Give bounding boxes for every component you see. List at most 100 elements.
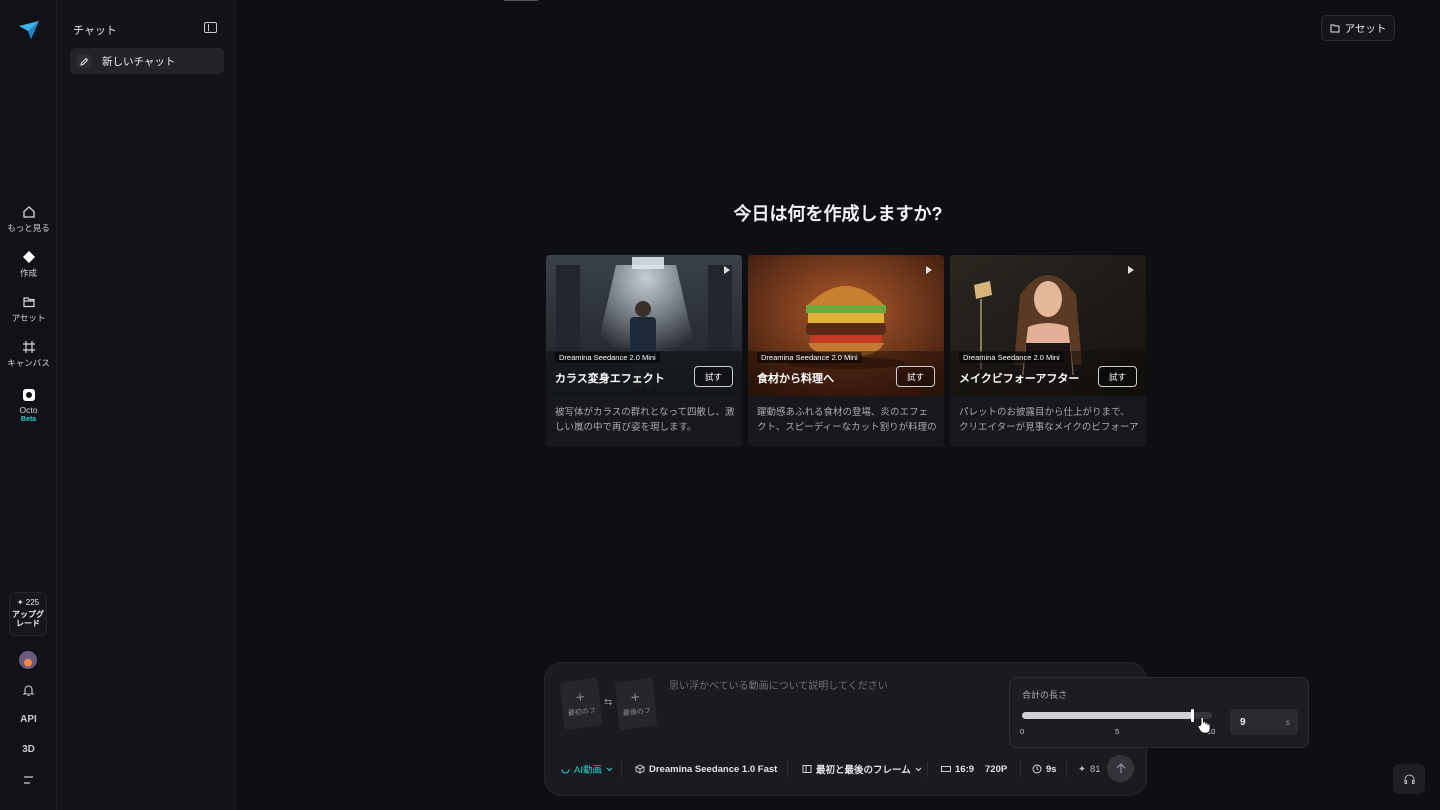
api-link[interactable]: API xyxy=(0,714,57,725)
rail-item-create[interactable]: 作成 xyxy=(0,250,57,279)
ratio-label: 16:9 xyxy=(955,763,975,775)
video-icon xyxy=(561,768,570,773)
asset-button-label: アセット xyxy=(1344,22,1387,35)
play-icon xyxy=(926,266,932,274)
cube-icon xyxy=(635,764,645,774)
canvas-icon xyxy=(22,341,35,353)
divider xyxy=(1066,761,1067,777)
left-rail: もっと見る 作成 アセット キャンバス Octo Beta ✦ 225 アップグ… xyxy=(0,0,57,810)
rail-item-label: Octo xyxy=(19,405,38,415)
bell-icon[interactable] xyxy=(22,684,35,697)
frames-icon xyxy=(802,765,812,773)
octo-icon xyxy=(22,389,35,401)
last-frame-label: 最後のフ xyxy=(622,707,652,718)
template-card[interactable]: Dreamina Seedance 2.0 Mini メイクビフォーアフター 試… xyxy=(950,255,1146,447)
home-icon xyxy=(22,206,35,218)
duration-slider-fill xyxy=(1022,712,1193,719)
card-title: 食材から料理へ xyxy=(757,373,834,385)
rail-item-canvas[interactable]: キャンバス xyxy=(0,340,57,369)
diamond-icon xyxy=(22,251,35,263)
upgrade-label: アップグレード xyxy=(12,610,44,628)
edit-icon xyxy=(77,54,91,68)
new-chat-label: 新しいチャット xyxy=(102,55,176,68)
ratio-icon xyxy=(941,766,951,772)
duration-input[interactable]: 9 s xyxy=(1230,709,1298,735)
rail-item-label: アセット xyxy=(11,313,46,323)
duration-slider-thumb[interactable] xyxy=(1191,709,1194,722)
chevron-down-icon xyxy=(606,767,613,771)
model-label: Dreamina Seedance 1.0 Fast xyxy=(649,763,778,775)
chevron-down-icon xyxy=(915,767,922,771)
new-chat-button[interactable]: 新しいチャット xyxy=(70,48,224,74)
duration-label: 9s xyxy=(1046,763,1057,775)
template-card[interactable]: Dreamina Seedance 2.0 Mini 食材から料理へ 試す 躍動… xyxy=(748,255,944,447)
divider xyxy=(621,761,622,777)
3d-link[interactable]: 3D xyxy=(0,744,57,755)
card-title: メイクビフォーアフター xyxy=(959,373,1080,385)
menu-icon[interactable] xyxy=(22,774,35,786)
clock-icon xyxy=(1032,764,1042,774)
card-description: 被写体がカラスの群れとなって四散し、激しい嵐の中で再び姿を現します。 xyxy=(555,407,735,433)
card-description: 躍動感あふれる食材の登場、炎のエフェクト、スピーディーなカット割りが料理のス..… xyxy=(757,407,937,433)
sidebar-collapse-icon[interactable] xyxy=(204,22,217,33)
duration-slider[interactable] xyxy=(1022,709,1212,722)
rail-item-octo[interactable]: Octo Beta xyxy=(0,388,57,423)
divider xyxy=(787,761,788,777)
play-icon xyxy=(724,266,730,274)
card-title: カラス変身エフェクト xyxy=(555,373,665,385)
prompt-input[interactable]: 思い浮かべている動画について説明してください xyxy=(669,677,999,692)
hand-cursor-icon xyxy=(1197,716,1211,734)
chat-panel: チャット 新しいチャット xyxy=(57,0,236,810)
slider-tick-label: 0 xyxy=(1020,727,1025,736)
avatar[interactable] xyxy=(19,651,37,669)
rail-item-assets[interactable]: アセット xyxy=(0,295,57,324)
folder-icon xyxy=(1330,24,1340,32)
swap-icon[interactable]: ⇆ xyxy=(604,697,612,708)
rail-item-label: 作成 xyxy=(19,268,37,278)
resolution-selector[interactable]: 720P xyxy=(985,761,1007,777)
plus-icon: + xyxy=(630,688,641,707)
template-card[interactable]: Dreamina Seedance 2.0 Mini カラス変身エフェクト 試す… xyxy=(546,255,742,447)
duration-selector[interactable]: 9s xyxy=(1032,761,1057,777)
divider xyxy=(927,761,928,777)
credits-count: ✦ 225 xyxy=(16,598,40,607)
beta-badge: Beta xyxy=(20,416,37,423)
try-button[interactable]: 試す xyxy=(1098,366,1137,387)
model-badge: Dreamina Seedance 2.0 Mini xyxy=(757,352,862,363)
rail-item-explore[interactable]: もっと見る xyxy=(0,205,57,234)
last-frame-slot[interactable]: + 最後のフ xyxy=(614,678,658,730)
chat-panel-title: チャット xyxy=(73,25,117,37)
cost-value: 81 xyxy=(1089,763,1101,775)
plus-icon: + xyxy=(575,688,586,707)
ratio-selector[interactable]: 16:9 xyxy=(941,761,974,777)
card-description: パレットのお披露目から仕上がりまで、クリエイターが見事なメイクのビフォーアフ..… xyxy=(959,407,1139,433)
mode-label: AI動画 xyxy=(574,765,602,776)
folder-icon xyxy=(22,297,35,308)
slider-tick-label: 5 xyxy=(1115,727,1120,736)
credit-cost: ✦ 81 xyxy=(1078,761,1101,777)
model-badge: Dreamina Seedance 2.0 Mini xyxy=(555,352,660,363)
first-frame-label: 最初のフ xyxy=(567,707,597,718)
duration-popover-label: 合計の長さ xyxy=(1022,690,1068,700)
upgrade-button[interactable]: ✦ 225 アップグレード xyxy=(9,592,47,636)
resolution-label: 720P xyxy=(985,763,1008,775)
mode-dropdown[interactable]: AI動画 xyxy=(561,761,613,777)
duration-input-value: 9 xyxy=(1240,716,1246,728)
asset-button[interactable]: アセット xyxy=(1321,15,1395,41)
model-selector[interactable]: Dreamina Seedance 1.0 Fast xyxy=(635,761,777,777)
arrow-up-icon xyxy=(1116,763,1125,773)
rail-item-label: キャンバス xyxy=(7,358,50,368)
app-logo-icon[interactable] xyxy=(18,20,40,40)
divider xyxy=(1020,761,1021,777)
support-button[interactable] xyxy=(1393,764,1425,794)
try-button[interactable]: 試す xyxy=(694,366,733,387)
send-button[interactable] xyxy=(1107,755,1134,782)
page-heading: 今日は何を作成しますか? xyxy=(733,204,943,224)
rail-item-label: もっと見る xyxy=(7,223,50,233)
try-button[interactable]: 試す xyxy=(896,366,935,387)
sparkle-icon: ✦ xyxy=(1078,763,1086,775)
headset-icon xyxy=(1404,774,1414,784)
top-divider xyxy=(504,0,538,1)
first-frame-slot[interactable]: + 最初のフ xyxy=(559,678,603,730)
frame-mode-dropdown[interactable]: 最初と最後のフレーム xyxy=(802,761,922,777)
